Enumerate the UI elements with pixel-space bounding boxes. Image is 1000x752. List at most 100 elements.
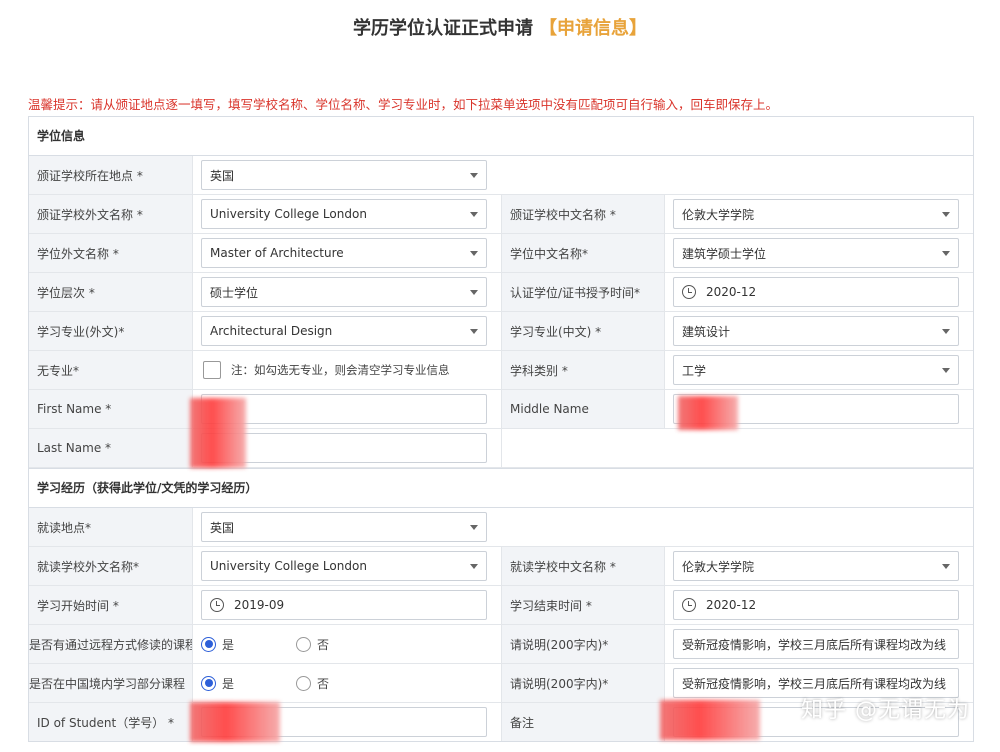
school-foreign-name-cell: University College London [193,195,501,233]
remote-explain-input[interactable]: 受新冠疫情影响，学校三月底后所有课程均改为线 [673,629,959,659]
chevron-down-icon [942,212,950,217]
remote-no-radio[interactable] [296,636,312,652]
school-location-value: 英国 [210,168,235,183]
study-school-chinese-value: 伦敦大学学院 [682,559,755,574]
study-school-foreign-value: University College London [210,559,367,573]
clock-icon [682,598,696,612]
school-location-label: 颁证学校所在地点 * [29,156,193,194]
degree-foreign-name-value: Master of Architecture [210,246,344,260]
china-radio-group: 是 否 [201,675,391,692]
row-remote: 是否有通过远程方式修读的课程 是 否 请说明(200字内)* 受新冠疫情影响，学… [29,625,973,664]
remote-no-label: 否 [317,637,330,652]
redaction-first-last-name [190,398,246,468]
remote-explain-label: 请说明(200字内)* [501,625,665,663]
end-time-label: 学习结束时间 * [501,586,665,624]
china-yes-option[interactable]: 是 [201,675,234,692]
study-location-select[interactable]: 英国 [201,512,487,542]
student-id-label: ID of Student（学号） * [29,703,193,741]
section-degree-info-title: 学位信息 [29,117,973,156]
major-foreign-label: 学习专业(外文)* [29,312,193,350]
discipline-select[interactable]: 工学 [673,355,959,385]
study-location-cell: 英国 [193,508,501,546]
degree-level-select[interactable]: 硕士学位 [201,277,487,307]
degree-foreign-name-cell: Master of Architecture [193,234,501,272]
page-title: 学历学位认证正式申请 【申请信息】 [0,14,1000,40]
school-chinese-name-label: 颁证学校中文名称 * [501,195,665,233]
row-major: 学习专业(外文)* Architectural Design 学习专业(中文) … [29,312,973,351]
china-no-option[interactable]: 否 [296,675,329,692]
cert-time-date-picker[interactable]: 2020-12 [673,277,959,307]
cert-time-value: 2020-12 [706,285,757,299]
china-no-radio[interactable] [296,675,312,691]
row-last-name: Last Name * [29,429,973,468]
watermark: 知乎 @无谓无为 [801,698,970,723]
page-title-text: 学历学位认证正式申请 [353,18,533,39]
study-school-chinese-cell: 伦敦大学学院 [665,547,973,585]
school-location-cell: 英国 [193,156,501,194]
chevron-down-icon [470,564,478,569]
redaction-middle-name [678,396,738,430]
chevron-down-icon [470,525,478,530]
remote-cell: 是 否 [193,625,501,663]
clock-icon [682,285,696,299]
end-time-cell: 2020-12 [665,586,973,624]
degree-level-label: 学位层次 * [29,273,193,311]
study-location-value: 英国 [210,520,235,535]
major-chinese-value: 建筑设计 [682,324,731,339]
discipline-label: 学科类别 * [501,351,665,389]
row-school-name: 颁证学校外文名称 * University College London 颁证学… [29,195,973,234]
no-major-checkbox[interactable] [203,361,221,379]
china-yes-label: 是 [222,676,235,691]
degree-chinese-name-label: 学位中文名称* [501,234,665,272]
chevron-down-icon [470,329,478,334]
middle-name-label: Middle Name [501,390,665,428]
school-chinese-name-select[interactable]: 伦敦大学学院 [673,199,959,229]
last-name-label: Last Name * [29,429,193,467]
chevron-down-icon [470,251,478,256]
school-location-select[interactable]: 英国 [201,160,487,190]
discipline-value: 工学 [682,363,707,378]
degree-foreign-name-select[interactable]: Master of Architecture [201,238,487,268]
row-study-school: 就读学校外文名称* University College London 就读学校… [29,547,973,586]
empty-cell [501,429,973,467]
remark-label: 备注 [501,703,665,741]
china-label: 是否在中国境内学习部分课程 [29,664,193,702]
degree-chinese-name-value: 建筑学硕士学位 [682,246,767,261]
row-no-major: 无专业* 注：如勾选无专业，则会清空学习专业信息 学科类别 * 工学 [29,351,973,390]
major-foreign-select[interactable]: Architectural Design [201,316,487,346]
major-chinese-label: 学习专业(中文) * [501,312,665,350]
end-time-date-picker[interactable]: 2020-12 [673,590,959,620]
major-chinese-select[interactable]: 建筑设计 [673,316,959,346]
warm-tip: 温馨提示：请从颁证地点逐一填写，填写学校名称、学位名称、学习专业时，如下拉菜单选… [28,97,779,112]
remote-yes-radio[interactable] [201,636,216,652]
degree-chinese-name-select[interactable]: 建筑学硕士学位 [673,238,959,268]
degree-chinese-name-cell: 建筑学硕士学位 [665,234,973,272]
first-name-label: First Name * [29,390,193,428]
row-study-time: 学习开始时间 * 2019-09 学习结束时间 * 2020-12 [29,586,973,625]
start-time-label: 学习开始时间 * [29,586,193,624]
start-time-date-picker[interactable]: 2019-09 [201,590,487,620]
section-study-history-title: 学习经历（获得此学位/文凭的学习经历） [29,468,973,508]
school-foreign-name-select[interactable]: University College London [201,199,487,229]
major-chinese-cell: 建筑设计 [665,312,973,350]
start-time-value: 2019-09 [234,598,285,612]
remote-explain-cell: 受新冠疫情影响，学校三月底后所有课程均改为线 [665,625,973,663]
china-cell: 是 否 [193,664,501,702]
major-foreign-value: Architectural Design [210,324,333,338]
school-foreign-name-value: University College London [210,207,367,221]
school-chinese-name-cell: 伦敦大学学院 [665,195,973,233]
application-form: 学位信息 颁证学校所在地点 * 英国 颁证学校外文名称 * University… [28,116,974,742]
remote-no-option[interactable]: 否 [296,636,329,653]
degree-foreign-name-label: 学位外文名称 * [29,234,193,272]
study-school-chinese-select[interactable]: 伦敦大学学院 [673,551,959,581]
row-study-location: 就读地点* 英国 [29,508,973,547]
remote-yes-option[interactable]: 是 [201,636,234,653]
end-time-value: 2020-12 [706,598,757,612]
row-degree-level: 学位层次 * 硕士学位 认证学位/证书授予时间* 2020-12 [29,273,973,312]
china-yes-radio[interactable] [201,675,216,691]
no-major-label: 无专业* [29,351,193,389]
school-chinese-name-value: 伦敦大学学院 [682,207,755,222]
study-school-foreign-select[interactable]: University College London [201,551,487,581]
chevron-down-icon [942,329,950,334]
remote-radio-group: 是 否 [201,636,391,653]
